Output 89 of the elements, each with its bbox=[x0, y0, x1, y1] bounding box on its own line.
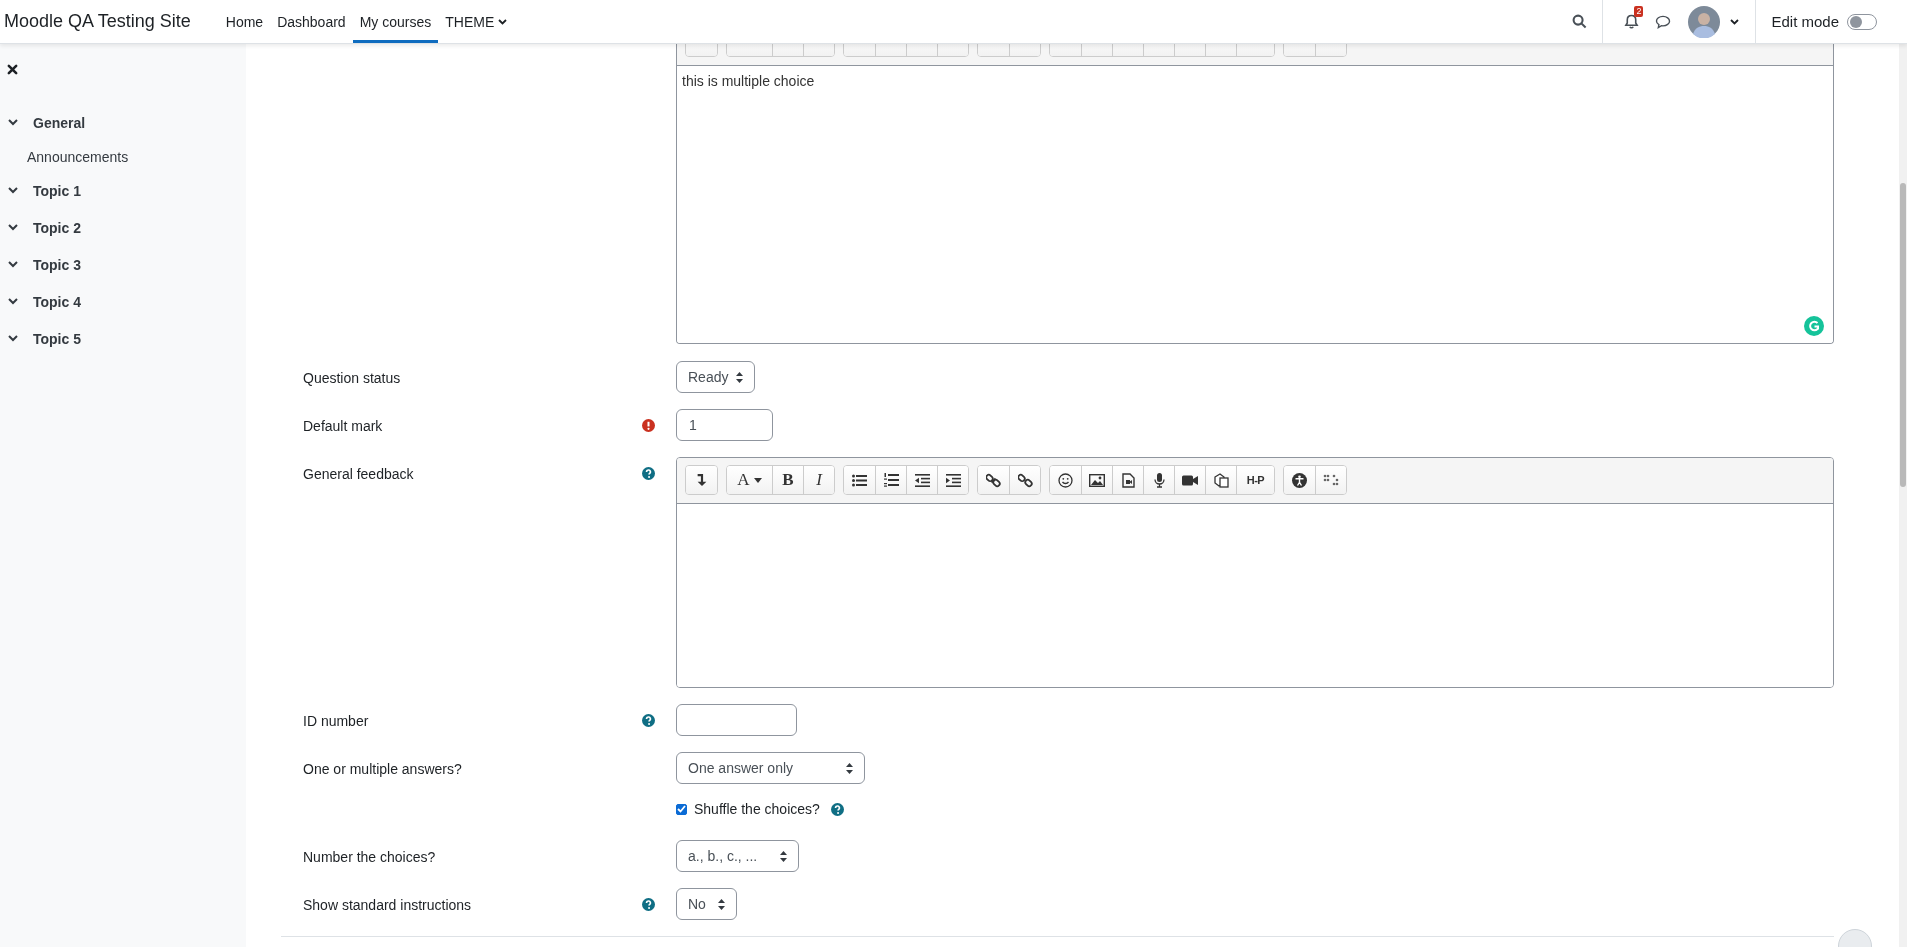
grammar-check-icon[interactable] bbox=[1804, 316, 1824, 336]
link-icon bbox=[986, 472, 1001, 488]
emoji-button[interactable] bbox=[1050, 466, 1081, 494]
outdent-button[interactable] bbox=[906, 466, 937, 494]
font-button[interactable]: A bbox=[727, 466, 772, 494]
scrollbar-thumb[interactable] bbox=[1900, 183, 1906, 487]
field-label: Show standard instructions bbox=[303, 896, 473, 913]
numbered-list-icon bbox=[883, 473, 899, 487]
help-icon[interactable] bbox=[642, 898, 655, 911]
section-link[interactable]: Topic 2 bbox=[33, 219, 81, 236]
bell-icon[interactable] bbox=[1624, 13, 1640, 30]
section-link[interactable]: General bbox=[33, 114, 86, 131]
caret-icon[interactable] bbox=[1730, 18, 1740, 25]
sort-arrows-icon bbox=[780, 850, 787, 862]
copy-button[interactable] bbox=[1205, 466, 1236, 494]
chevron-icon[interactable] bbox=[8, 187, 18, 194]
broken-link-icon bbox=[1017, 472, 1033, 488]
dropdown[interactable]: No bbox=[676, 888, 737, 920]
braille-button[interactable] bbox=[1315, 466, 1346, 494]
video-camera-icon bbox=[1182, 474, 1198, 486]
chevron-icon[interactable] bbox=[8, 335, 18, 342]
indent-icon bbox=[945, 473, 961, 487]
copy-icon bbox=[1213, 472, 1229, 488]
help-icon[interactable] bbox=[830, 802, 844, 816]
input-field[interactable]: 1 bbox=[676, 409, 773, 441]
dropdown[interactable]: One answer only bbox=[676, 752, 865, 784]
arrow-icon bbox=[696, 474, 707, 486]
field-label: Default mark bbox=[303, 417, 384, 434]
chevron-icon[interactable] bbox=[8, 224, 18, 231]
checkbox[interactable] bbox=[676, 803, 687, 815]
chevron-icon[interactable] bbox=[8, 261, 18, 268]
help-icon[interactable] bbox=[642, 467, 655, 480]
bulleted-list-icon bbox=[852, 473, 867, 487]
nav-link[interactable]: My courses bbox=[352, 0, 439, 43]
checkbox-label[interactable]: Shuffle the choices? bbox=[694, 801, 820, 817]
section-link[interactable]: Topic 3 bbox=[33, 256, 81, 273]
notification-count: 2 bbox=[1634, 5, 1644, 17]
section-link[interactable]: Topic 5 bbox=[33, 330, 81, 347]
unlink-button[interactable] bbox=[1009, 466, 1040, 494]
search-icon[interactable] bbox=[1572, 14, 1588, 29]
numbers-button[interactable] bbox=[875, 466, 906, 494]
question-text: this is multiple choice bbox=[682, 73, 815, 89]
field-label: Number the choices? bbox=[303, 848, 437, 865]
bullets-button[interactable] bbox=[844, 466, 875, 494]
media-button[interactable] bbox=[1112, 466, 1143, 494]
link-button[interactable] bbox=[978, 466, 1009, 494]
edit-mode-label: Edit mode bbox=[1771, 13, 1839, 30]
mic-button[interactable] bbox=[1143, 466, 1174, 494]
required-icon bbox=[642, 419, 655, 432]
video-button[interactable] bbox=[1174, 466, 1205, 494]
nav-link[interactable]: Dashboard bbox=[270, 0, 353, 43]
field-label: ID number bbox=[303, 712, 370, 729]
chevron-icon[interactable] bbox=[8, 298, 18, 305]
section-link[interactable]: Topic 1 bbox=[33, 182, 81, 199]
input-field[interactable] bbox=[676, 704, 797, 736]
sort-arrows-icon bbox=[718, 898, 725, 910]
collapse-button[interactable] bbox=[686, 466, 717, 494]
bold-button[interactable]: B bbox=[772, 466, 803, 494]
h5p-button[interactable]: H-P bbox=[1236, 466, 1274, 494]
nav-link[interactable]: Home bbox=[218, 0, 271, 43]
close-icon[interactable] bbox=[7, 64, 18, 75]
file-icon bbox=[1121, 472, 1135, 488]
field-label: General feedback bbox=[303, 465, 415, 482]
sort-arrows-icon bbox=[736, 371, 743, 383]
nav-link[interactable]: THEME bbox=[438, 0, 515, 43]
section-link[interactable]: Topic 4 bbox=[33, 293, 81, 310]
accessibility-icon bbox=[1292, 472, 1307, 488]
caret-icon bbox=[753, 477, 762, 483]
help-icon[interactable] bbox=[642, 714, 655, 727]
dots-icon bbox=[1323, 474, 1339, 486]
accessibility-button[interactable] bbox=[1284, 466, 1315, 494]
microphone-icon bbox=[1153, 472, 1165, 488]
indent-button[interactable] bbox=[937, 466, 968, 494]
field-label: One or multiple answers? bbox=[303, 760, 463, 777]
dropdown[interactable]: Ready bbox=[676, 361, 755, 393]
site-name[interactable]: Moodle QA Testing Site bbox=[0, 11, 191, 32]
caret-icon bbox=[498, 18, 508, 25]
italic-button[interactable]: I bbox=[803, 466, 834, 494]
image-button[interactable] bbox=[1081, 466, 1112, 494]
dropdown[interactable]: a., b., c., ... bbox=[676, 840, 799, 872]
sort-arrows-icon bbox=[846, 762, 853, 774]
smiley-icon bbox=[1058, 472, 1073, 488]
field-label: Question status bbox=[303, 369, 402, 386]
outdent-icon bbox=[914, 473, 930, 487]
user-avatar[interactable] bbox=[1688, 5, 1721, 38]
chevron-icon[interactable] bbox=[8, 119, 18, 126]
image-icon bbox=[1089, 473, 1105, 487]
activity-link[interactable]: Announcements bbox=[27, 148, 129, 165]
chat-icon[interactable] bbox=[1655, 14, 1672, 29]
